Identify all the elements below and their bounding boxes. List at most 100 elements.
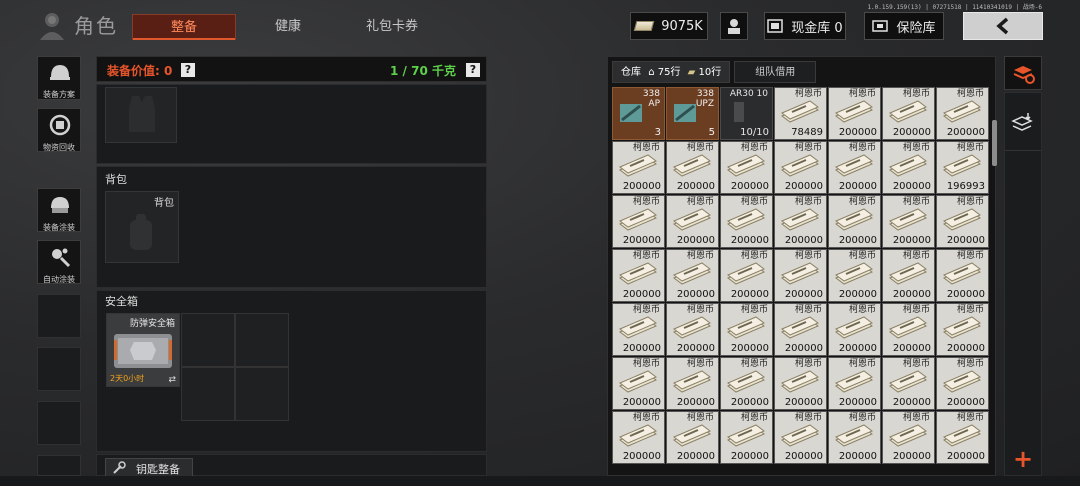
cash-item-cell[interactable]: 柯恩币 200000 — [828, 357, 881, 410]
cash-item-cell[interactable]: 柯恩币 200000 — [936, 195, 989, 248]
cash-item-cell[interactable]: 柯恩币 200000 — [720, 357, 773, 410]
item-name: 柯恩币 — [632, 359, 660, 369]
cash-item-cell[interactable]: 柯恩币 200000 — [882, 195, 935, 248]
cash-item-cell[interactable]: 柯恩币 200000 — [720, 195, 773, 248]
item-name: 柯恩币 — [686, 143, 714, 153]
safebox-grid-cell[interactable] — [235, 367, 289, 421]
cash-stack-icon — [943, 316, 981, 339]
rail-empty-slot — [37, 401, 81, 445]
cash-item-cell[interactable]: 柯恩币 200000 — [720, 141, 773, 194]
swap-icon[interactable]: ⇄ — [168, 375, 176, 385]
cash-item-cell[interactable]: 柯恩币 200000 — [612, 357, 665, 410]
cash-vault-button[interactable]: 现金库 0 — [764, 12, 846, 40]
cash-item-cell[interactable]: 柯恩币 200000 — [720, 303, 773, 356]
cash-item-cell[interactable]: 柯恩币 200000 — [612, 195, 665, 248]
cash-item-cell[interactable]: 柯恩币 200000 — [882, 141, 935, 194]
cash-item-cell[interactable]: 柯恩币 200000 — [666, 195, 719, 248]
cash-stack-icon — [835, 370, 873, 393]
cash-item-cell[interactable]: 柯恩币 200000 — [936, 411, 989, 464]
tab-health[interactable]: 健康 — [256, 14, 320, 40]
cash-item-cell[interactable]: 柯恩币 200000 — [936, 87, 989, 140]
cash-item-cell[interactable]: 柯恩币 200000 — [882, 357, 935, 410]
profile-button[interactable] — [720, 12, 748, 40]
item-quantity: 200000 — [730, 289, 769, 300]
cash-item-cell[interactable]: 柯恩币 200000 — [612, 303, 665, 356]
item-quantity: 5 — [708, 127, 715, 138]
item-quantity: 200000 — [730, 343, 769, 354]
cash-item-cell[interactable]: 柯恩币 200000 — [774, 357, 827, 410]
cash-item-cell[interactable]: 柯恩币 200000 — [882, 303, 935, 356]
cash-item-cell[interactable]: 柯恩币 200000 — [720, 411, 773, 464]
cash-item-cell[interactable]: 柯恩币 78489 — [774, 87, 827, 140]
cash-item-cell[interactable]: 柯恩币 200000 — [666, 411, 719, 464]
item-name: 柯恩币 — [632, 305, 660, 315]
tab-gift-cards[interactable]: 礼包卡券 — [352, 14, 432, 40]
safebox-grid-cell[interactable] — [181, 367, 235, 421]
cash-item-cell[interactable]: 柯恩币 200000 — [774, 195, 827, 248]
cash-item-cell[interactable]: 柯恩币 200000 — [612, 411, 665, 464]
item-name: 柯恩币 — [902, 305, 930, 315]
safebox-slot[interactable]: 防弹安全箱 2天0小时 ⇄ — [106, 313, 180, 387]
cash-item-cell[interactable]: 柯恩币 200000 — [828, 141, 881, 194]
item-name: 柯恩币 — [848, 89, 876, 99]
equipment-value-help[interactable]: ? — [181, 63, 195, 77]
armor-slot[interactable] — [105, 87, 177, 143]
tab-loadout[interactable]: 整备 — [132, 14, 236, 40]
cash-stack-icon — [673, 370, 711, 393]
cash-item-cell[interactable]: 柯恩币 200000 — [666, 249, 719, 302]
item-quantity: 200000 — [838, 127, 877, 138]
cash-item-cell[interactable]: 柯恩币 200000 — [612, 141, 665, 194]
cash-item-cell[interactable]: 柯恩币 200000 — [774, 411, 827, 464]
cash-item-cell[interactable]: 柯恩币 200000 — [612, 249, 665, 302]
item-quantity: 10/10 — [740, 127, 769, 138]
item-name: 柯恩币 — [848, 197, 876, 207]
safe-vault-button[interactable]: 保险库 — [864, 12, 944, 40]
cash-item-cell[interactable]: 柯恩币 200000 — [828, 303, 881, 356]
sort-button[interactable] — [1004, 56, 1042, 90]
item-name: 柯恩币 — [740, 359, 768, 369]
cash-stack-icon — [619, 262, 657, 285]
cash-item-cell[interactable]: 柯恩币 200000 — [936, 249, 989, 302]
cash-item-cell[interactable]: 柯恩币 200000 — [666, 303, 719, 356]
cash-item-cell[interactable]: 柯恩币 200000 — [666, 357, 719, 410]
ammo-item-cell[interactable]: 338 AP 3 — [612, 87, 665, 140]
ammo-item-cell[interactable]: 338 UPZ 5 — [666, 87, 719, 140]
item-name: 柯恩币 — [902, 197, 930, 207]
safebox-grid-cell[interactable] — [181, 313, 235, 367]
cash-item-cell[interactable]: 柯恩币 196993 — [936, 141, 989, 194]
inventory-scrollbar[interactable] — [992, 120, 997, 166]
cash-item-cell[interactable]: 柯恩币 200000 — [774, 249, 827, 302]
cash-item-cell[interactable]: 柯恩币 200000 — [882, 411, 935, 464]
cash-rows: 10行 — [698, 67, 722, 78]
back-button[interactable] — [963, 12, 1043, 40]
cash-item-cell[interactable]: 柯恩币 200000 — [828, 87, 881, 140]
cash-item-cell[interactable]: 柯恩币 200000 — [774, 141, 827, 194]
safebox-grid-cell[interactable] — [235, 313, 289, 367]
item-name: 柯恩币 — [632, 197, 660, 207]
item-name: 柯恩币 — [848, 251, 876, 261]
add-button[interactable]: + — [1005, 443, 1041, 475]
rail-label-scheme: 装备方案 — [43, 90, 75, 99]
backpack-slot[interactable]: 背包 — [105, 191, 179, 263]
cash-item-cell[interactable]: 柯恩币 200000 — [936, 303, 989, 356]
tab-warehouse[interactable]: 仓库 ⌂ 75行 ▰ 10行 — [612, 61, 731, 83]
cash-item-cell[interactable]: 柯恩币 200000 — [666, 141, 719, 194]
cash-item-cell[interactable]: 柯恩币 200000 — [828, 411, 881, 464]
cash-item-cell[interactable]: 柯恩币 200000 — [936, 357, 989, 410]
item-name: 柯恩币 — [848, 359, 876, 369]
cash-item-cell[interactable]: 柯恩币 200000 — [828, 249, 881, 302]
magazine-item-cell[interactable]: AR30 10 10/10 — [720, 87, 773, 140]
key-loadout-button[interactable]: 钥匙整备 — [105, 458, 193, 477]
currency-display[interactable]: 9075K — [630, 12, 708, 40]
cash-item-cell[interactable]: 柯恩币 200000 — [882, 249, 935, 302]
cash-stack-icon — [781, 370, 819, 393]
cash-item-cell[interactable]: 柯恩币 200000 — [828, 195, 881, 248]
equipment-header: 装备价值: 0 ? 1 / 70 千克 ? — [96, 56, 487, 82]
tab-team-borrow[interactable]: 组队借用 — [734, 61, 817, 83]
stack-tool-button[interactable] — [1005, 95, 1041, 151]
cash-stack-icon — [835, 208, 873, 231]
cash-item-cell[interactable]: 柯恩币 200000 — [720, 249, 773, 302]
weight-help[interactable]: ? — [466, 63, 480, 77]
cash-item-cell[interactable]: 柯恩币 200000 — [774, 303, 827, 356]
cash-item-cell[interactable]: 柯恩币 200000 — [882, 87, 935, 140]
